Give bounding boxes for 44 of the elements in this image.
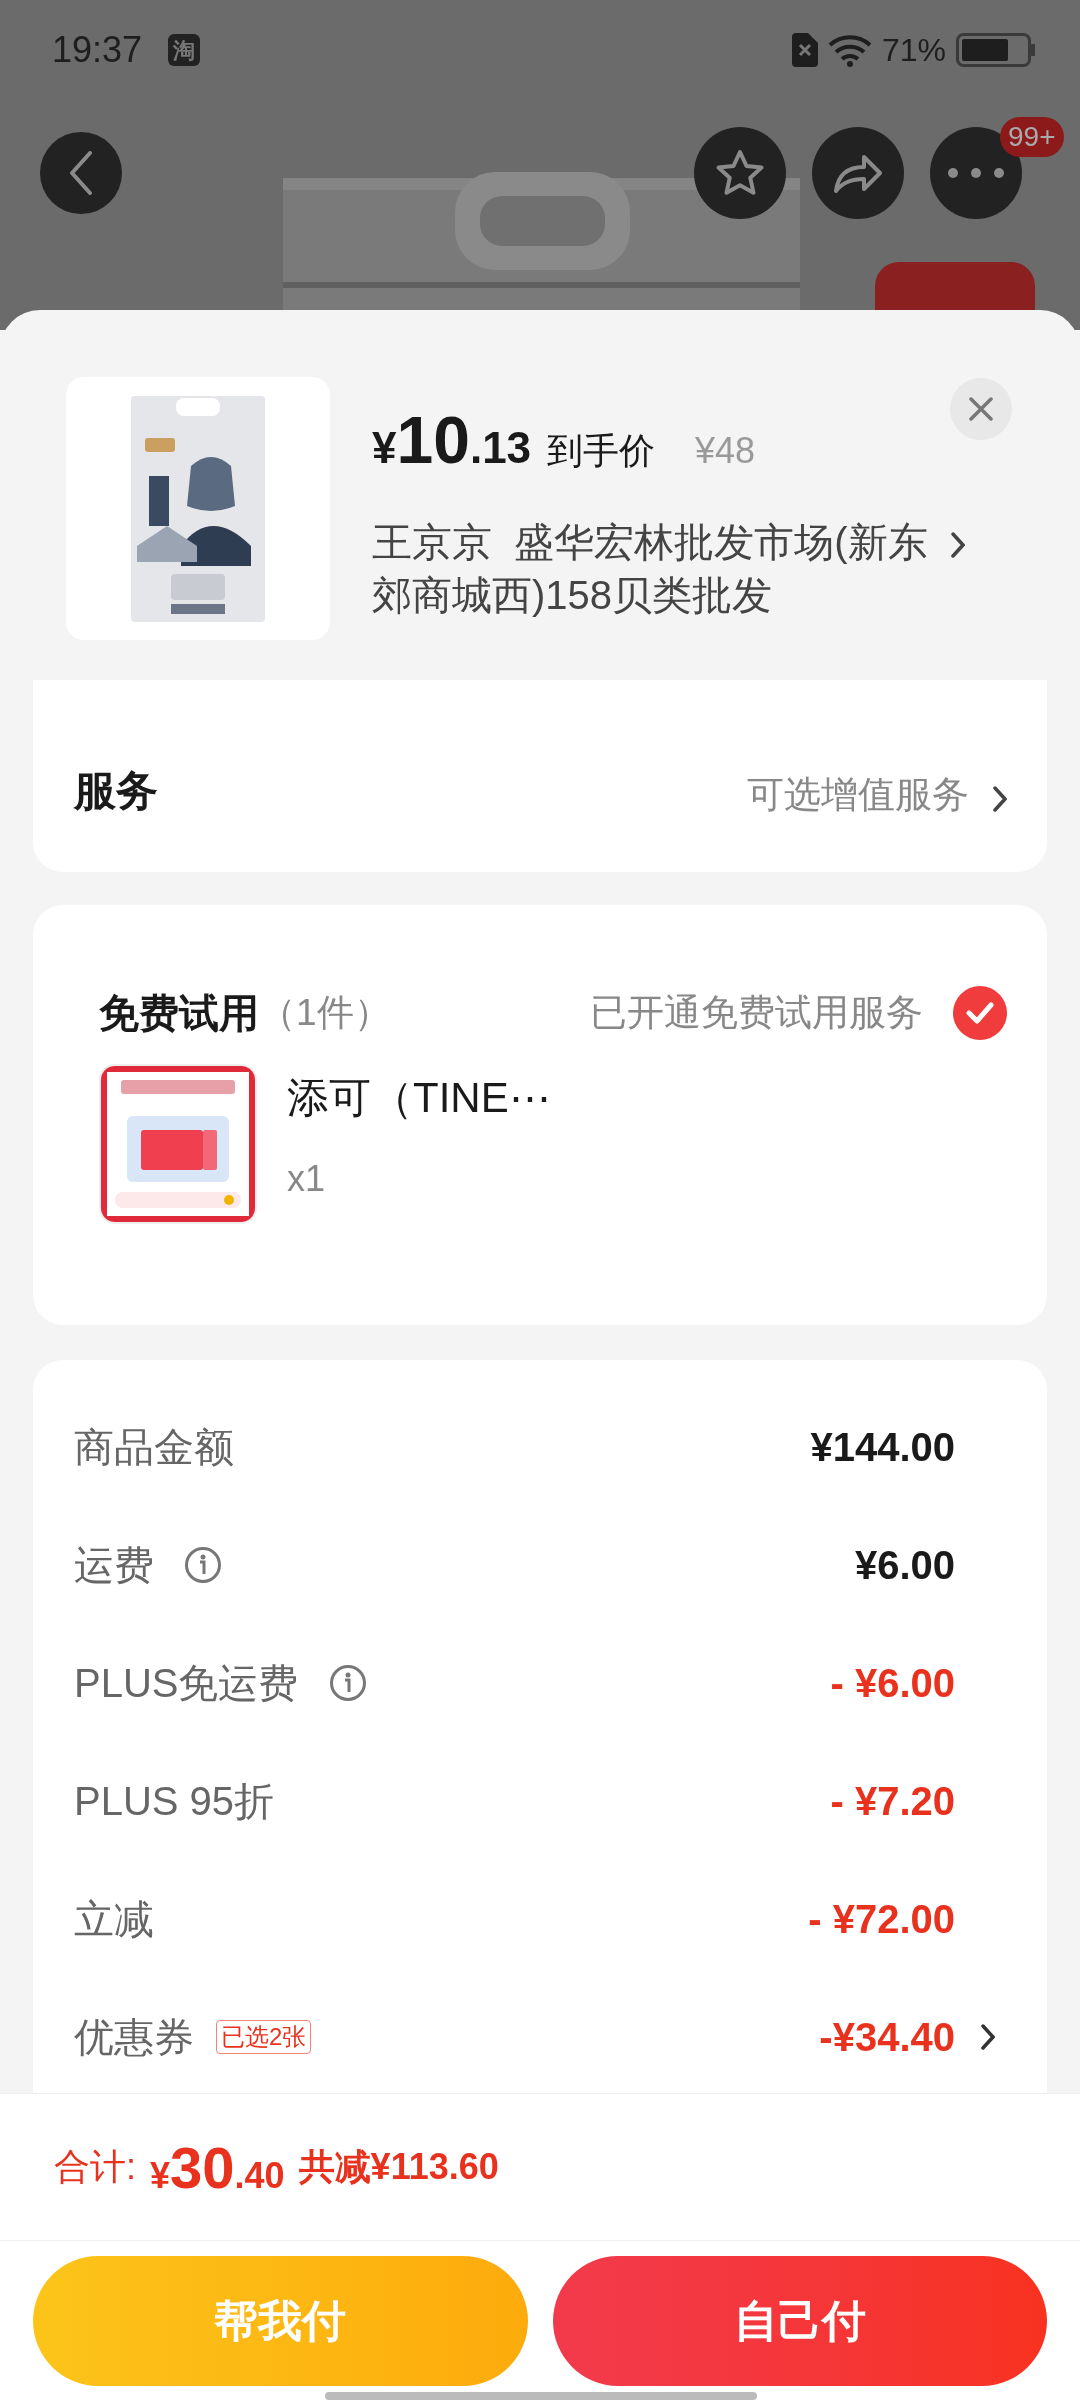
total-savings: 共减¥113.60 bbox=[298, 2145, 499, 2189]
fee-amount: -¥34.40 bbox=[819, 2014, 955, 2061]
sim-card-icon bbox=[791, 33, 818, 67]
app-notification-icon: 淘 bbox=[168, 34, 201, 66]
chevron-right-icon bbox=[993, 786, 1007, 812]
battery-percentage: 71% bbox=[881, 31, 946, 70]
close-icon bbox=[969, 397, 993, 421]
price: ¥10.13 bbox=[372, 402, 532, 479]
service-value: 可选增值服务 bbox=[747, 772, 969, 817]
item-name: 添可（TINE⋯ bbox=[287, 1073, 551, 1123]
fee-label: 优惠券 bbox=[74, 2014, 194, 2061]
fee-amount: ¥144.00 bbox=[810, 1424, 955, 1471]
fee-label: PLUS 95折 bbox=[74, 1778, 275, 1825]
battery-icon bbox=[956, 33, 1036, 67]
total-label: 合计: bbox=[54, 2145, 136, 2189]
wifi-icon bbox=[827, 33, 872, 67]
original-price: ¥48 bbox=[695, 429, 756, 473]
checkmark-icon bbox=[966, 1002, 994, 1024]
notification-badge: 99+ bbox=[1000, 116, 1064, 157]
fee-label: 商品金额 bbox=[74, 1424, 234, 1471]
chevron-right-icon bbox=[951, 532, 965, 558]
fee-amount: - ¥7.20 bbox=[830, 1778, 955, 1825]
back-icon bbox=[68, 150, 94, 195]
fee-label: 运费 bbox=[74, 1542, 154, 1589]
selected-count-tag: 已选2张 bbox=[216, 2020, 312, 2054]
service-card[interactable]: 服务 可选增值服务 bbox=[33, 680, 1047, 872]
fee-amount: - ¥72.00 bbox=[808, 1896, 955, 1943]
total-price: ¥30.40 bbox=[150, 2133, 285, 2202]
item-count: （1件） bbox=[259, 991, 391, 1036]
fee-amount: - ¥6.00 bbox=[830, 1660, 955, 1707]
fee-label: PLUS免运费 bbox=[74, 1660, 299, 1707]
more-icon bbox=[948, 167, 1004, 178]
status-time: 19:37 bbox=[52, 28, 143, 72]
checkbox[interactable] bbox=[953, 986, 1007, 1040]
free-trial-status: 已开通免费试用服务 bbox=[590, 991, 923, 1036]
fee-amount: ¥6.00 bbox=[854, 1542, 955, 1589]
fee-label: 立减 bbox=[74, 1896, 154, 1943]
star-icon bbox=[715, 148, 765, 197]
item-quantity: x1 bbox=[287, 1157, 327, 1201]
service-label: 服务 bbox=[74, 766, 158, 816]
price-label: 到手价 bbox=[547, 429, 656, 473]
pay-myself-button[interactable]: 自己付 bbox=[552, 2256, 1047, 2386]
shop-name-link[interactable]: 王京京 盛华宏林批发市场(新东郊商城西)158贝类批发 bbox=[372, 516, 937, 622]
free-trial-title: 免费试用 bbox=[99, 990, 259, 1037]
